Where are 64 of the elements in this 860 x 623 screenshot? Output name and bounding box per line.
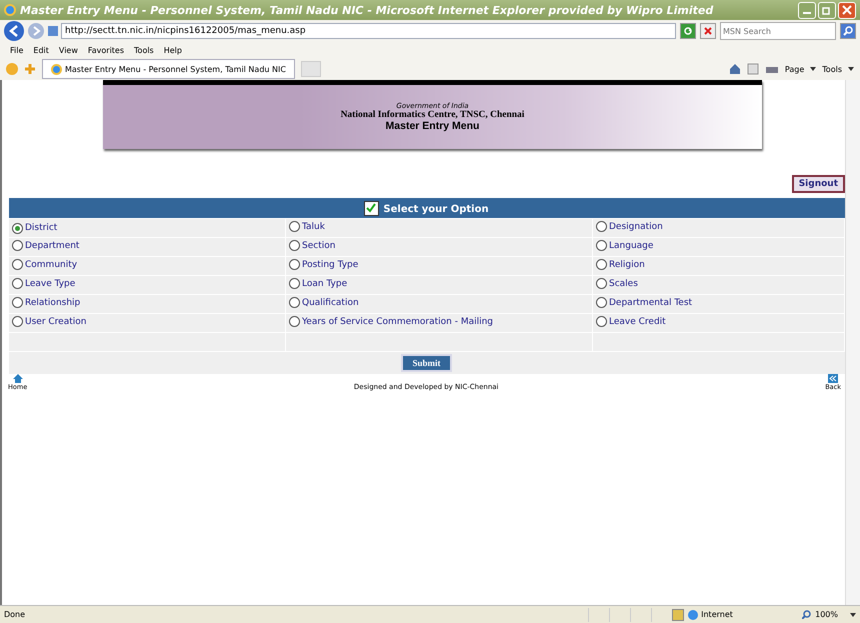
refresh-button[interactable]	[680, 23, 696, 39]
menu-item[interactable]: File	[10, 46, 24, 54]
option-radio[interactable]: Community	[12, 259, 78, 270]
option-radio[interactable]: User Creation	[12, 316, 86, 327]
option-radio[interactable]: Language	[596, 240, 654, 251]
warning-icon	[672, 608, 684, 620]
option-radio[interactable]: Loan Type	[289, 278, 348, 289]
menu-item[interactable]: Help	[164, 46, 182, 54]
search-field[interactable]: MSN Search	[720, 22, 836, 40]
forward-button[interactable]	[28, 23, 44, 39]
browser-tab[interactable]: Master Entry Menu - Personnel System, Tamil Nadu NIC	[42, 59, 295, 79]
dropdown-caret-icon[interactable]	[850, 612, 856, 616]
command-menu[interactable]: Page	[784, 64, 804, 74]
dropdown-caret-icon[interactable]	[810, 67, 816, 71]
feed-icon[interactable]	[746, 63, 759, 75]
submit-button[interactable]: Submit	[401, 354, 452, 372]
option-radio[interactable]: Religion	[596, 259, 645, 270]
option-radio[interactable]: Scales	[596, 278, 638, 289]
back-icon	[828, 374, 838, 383]
plus-icon[interactable]	[24, 63, 36, 75]
magnifier-icon	[802, 610, 812, 619]
menu-item[interactable]: View	[58, 46, 78, 54]
dropdown-caret-icon[interactable]	[848, 67, 854, 71]
option-radio[interactable]: Taluk	[289, 221, 325, 232]
options-header: Select your Option	[8, 198, 844, 218]
search-button[interactable]	[840, 23, 856, 39]
status-text: Done	[4, 610, 26, 619]
minimize-button[interactable]	[798, 2, 816, 18]
menu-item[interactable]: Tools	[134, 46, 154, 54]
banner-title: Master Entry Menu	[384, 120, 480, 132]
option-radio[interactable]: Leave Credit	[596, 316, 666, 327]
zoom-control[interactable]: 100%	[815, 610, 838, 619]
signout-button[interactable]: Signout	[792, 175, 845, 193]
option-radio[interactable]: Department	[12, 240, 80, 251]
option-radio[interactable]: Relationship	[12, 297, 80, 308]
restore-button[interactable]	[818, 2, 836, 18]
command-menu[interactable]: Tools	[822, 64, 842, 74]
option-radio[interactable]: Posting Type	[289, 259, 358, 270]
browser-icon	[4, 4, 16, 16]
restore-icon	[822, 5, 832, 15]
menu-item[interactable]: Favorites	[88, 46, 124, 54]
option-radio[interactable]: Section	[289, 240, 336, 251]
option-radio[interactable]: Leave Type	[12, 278, 76, 289]
option-radio[interactable]: Designation	[596, 221, 663, 232]
minimize-icon	[803, 12, 811, 14]
stop-icon	[703, 26, 713, 36]
option-radio[interactable]: District	[12, 222, 58, 234]
menu-item[interactable]: Edit	[33, 46, 49, 54]
close-button[interactable]	[838, 2, 856, 18]
option-radio[interactable]: Qualification	[289, 297, 359, 308]
page-icon	[48, 26, 58, 36]
security-zone: Internet	[688, 610, 798, 620]
home-icon	[12, 374, 23, 383]
stop-button[interactable]	[700, 23, 716, 39]
refresh-icon	[683, 26, 693, 36]
address-field[interactable]: http://sectt.tn.nic.in/nicpins16122005/mas_menu.asp	[61, 23, 676, 39]
search-icon	[843, 26, 853, 36]
browser-icon	[51, 64, 62, 74]
window-title: Master Entry Menu - Personnel System, Tamil Nadu NIC - Microsoft Internet Explorer provided by Wipro Limited	[20, 4, 714, 16]
checkbox-icon	[364, 200, 380, 216]
close-icon	[842, 5, 852, 15]
back-button[interactable]	[4, 21, 24, 41]
banner-organization: National Informatics Centre, TNSC, Chennai	[340, 110, 526, 120]
home-icon[interactable]	[728, 63, 741, 75]
